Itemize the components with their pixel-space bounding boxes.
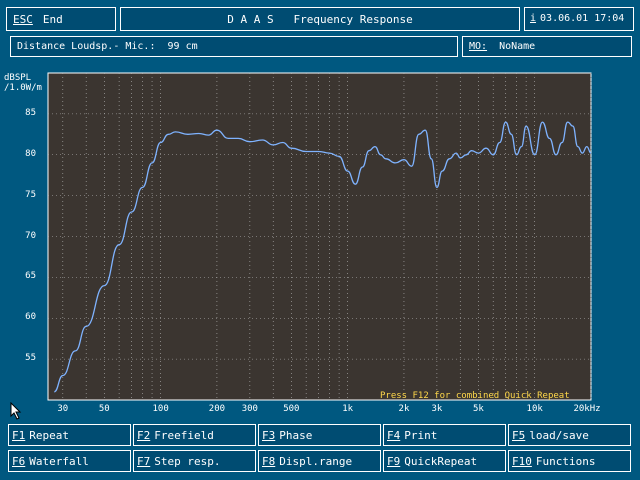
- fkey-action-label: Functions: [535, 454, 596, 468]
- fkey-f4-button[interactable]: F4 Print: [383, 424, 506, 446]
- fkey-f8-button[interactable]: F8 Displ.range: [258, 450, 381, 472]
- fkey-action-label: Waterfall: [29, 454, 89, 468]
- fkey-f1-button[interactable]: F1 Repeat: [8, 424, 131, 446]
- quick-repeat-hint: Press F12 for combined Quick Repeat: [380, 391, 570, 401]
- fkey-f3-button[interactable]: F3 Phase: [258, 424, 381, 446]
- plot-svg: [47, 72, 592, 401]
- fkey-key-label: F5: [512, 428, 526, 442]
- fkey-action-label: QuickRepeat: [404, 454, 478, 468]
- fkey-key-label: F10: [512, 454, 532, 468]
- fkey-action-label: Repeat: [29, 428, 69, 442]
- fkey-action-label: Print: [404, 428, 438, 442]
- fkey-action-label: Phase: [279, 428, 313, 442]
- fkey-f9-button[interactable]: F9 QuickRepeat: [383, 450, 506, 472]
- fkey-f7-button[interactable]: F7 Step resp.: [133, 450, 256, 472]
- fkey-f10-button[interactable]: F10 Functions: [508, 450, 631, 472]
- plot-background: [47, 72, 592, 401]
- fkey-action-label: load/save: [529, 428, 589, 442]
- fkey-key-label: F1: [12, 428, 26, 442]
- fkey-key-label: F8: [262, 454, 276, 468]
- fkey-f5-button[interactable]: F5 load/save: [508, 424, 631, 446]
- fkey-key-label: F6: [12, 454, 26, 468]
- fkey-action-label: Displ.range: [279, 454, 353, 468]
- fkey-key-label: F2: [137, 428, 151, 442]
- fkey-key-label: F9: [387, 454, 401, 468]
- fkey-key-label: F4: [387, 428, 401, 442]
- fkey-action-label: Freefield: [154, 428, 214, 442]
- fkey-action-label: Step resp.: [154, 454, 221, 468]
- fkey-f6-button[interactable]: F6 Waterfall: [8, 450, 131, 472]
- fkey-f2-button[interactable]: F2 Freefield: [133, 424, 256, 446]
- mouse-cursor-icon: [10, 401, 22, 424]
- fkey-key-label: F7: [137, 454, 151, 468]
- fkey-key-label: F3: [262, 428, 276, 442]
